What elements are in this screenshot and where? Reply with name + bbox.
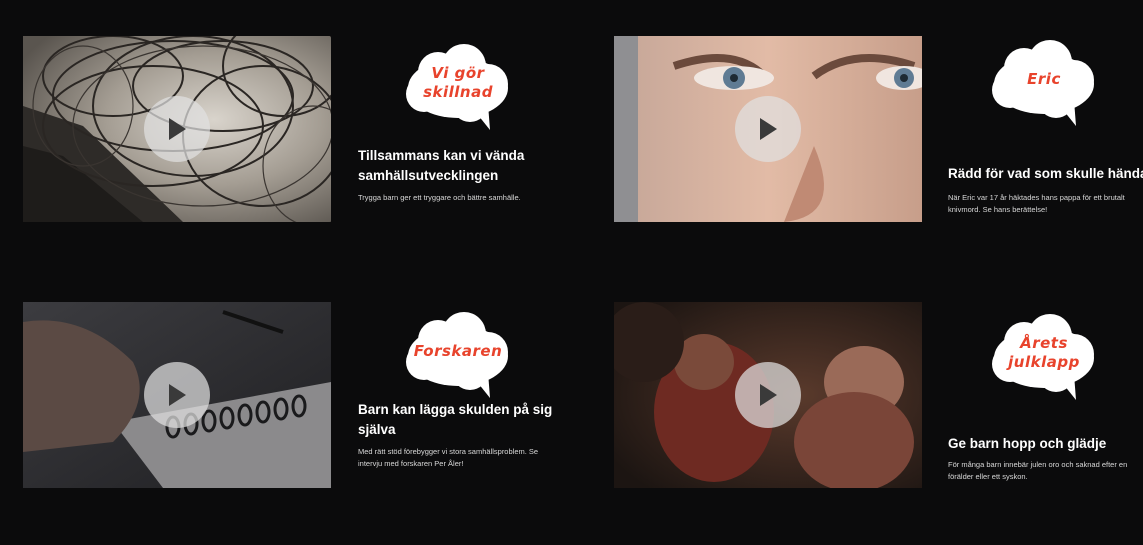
video-thumbnail-children[interactable] (614, 302, 922, 488)
video-thumbnail-notebook[interactable] (23, 302, 331, 488)
cloud-label: Forskaren (413, 342, 503, 360)
cloud-label: Eric (1027, 70, 1061, 88)
video-thumbnail-boy-face[interactable] (614, 36, 922, 222)
video-card-vi-gor-skillnad: Vi gör skillnad Tillsammans kan vi vända… (23, 36, 563, 226)
card-description: För många barn innebär julen oro och sak… (948, 460, 1128, 481)
card-description: Trygga barn ger ett tryggare och bättre … (358, 193, 521, 202)
video-card-forskaren: Forskaren Barn kan lägga skulden på sig … (23, 302, 563, 492)
play-icon (760, 384, 777, 406)
card-description: När Eric var 17 år häktades hans pappa f… (948, 193, 1125, 214)
card-description: Med rätt stöd förebygger vi stora samhäl… (358, 447, 539, 468)
video-card-eric: Eric Rädd för vad som skulle hända När E… (614, 36, 1143, 226)
video-thumbnail-barbed-wire[interactable] (23, 36, 331, 222)
speech-cloud: Eric (986, 40, 1102, 128)
play-icon (760, 118, 777, 140)
speech-cloud: Årets julklapp (986, 314, 1102, 402)
play-icon (169, 384, 186, 406)
cloud-label: Årets julklapp (1008, 334, 1080, 371)
video-grid: Vi gör skillnad Tillsammans kan vi vända… (0, 0, 1143, 545)
cloud-label: Vi gör skillnad (423, 64, 493, 101)
card-title[interactable]: Barn kan lägga skulden på sig själva (358, 400, 558, 440)
play-button[interactable] (735, 96, 801, 162)
play-icon (169, 118, 186, 140)
video-card-arets-julklapp: Årets julklapp Ge barn hopp och glädje F… (614, 302, 1143, 492)
card-title[interactable]: Rädd för vad som skulle hända (948, 164, 1143, 184)
card-title[interactable]: Ge barn hopp och glädje (948, 434, 1143, 454)
speech-cloud: Vi gör skillnad (400, 44, 516, 132)
play-button[interactable] (144, 362, 210, 428)
play-button[interactable] (735, 362, 801, 428)
card-title[interactable]: Tillsammans kan vi vända samhällsutveckl… (358, 146, 558, 186)
play-button[interactable] (144, 96, 210, 162)
speech-cloud: Forskaren (400, 312, 516, 400)
